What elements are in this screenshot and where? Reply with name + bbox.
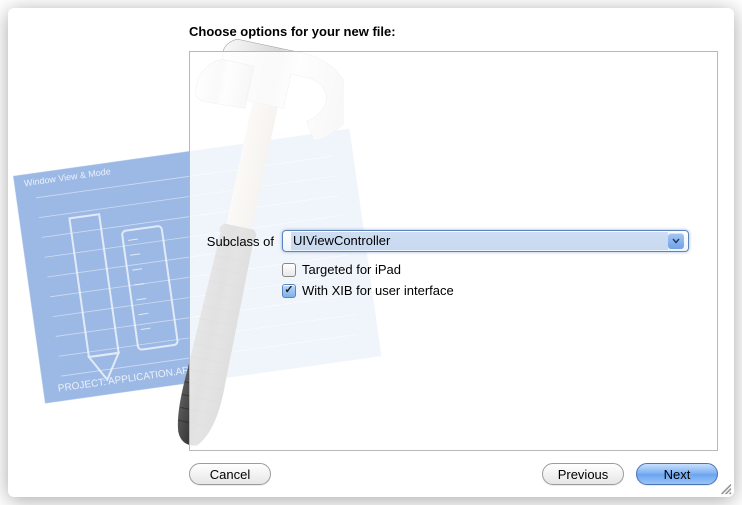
previous-button[interactable]: Previous [542,463,624,485]
with-xib-checkbox[interactable] [282,284,296,298]
targeted-ipad-row[interactable]: Targeted for iPad [282,262,689,277]
targeted-ipad-label: Targeted for iPad [302,262,401,277]
options-panel: Subclass of UIViewController Targeted fo… [189,51,718,451]
chevron-down-icon [668,233,684,249]
content-row: PROJECT: APPLICATION.APP Window View & M… [24,51,718,451]
sidebar-illustration: PROJECT: APPLICATION.APP Window View & M… [24,51,189,451]
with-xib-label: With XIB for user interface [302,283,454,298]
subclass-value: UIViewController [291,232,668,250]
form-area: Subclass of UIViewController Targeted fo… [190,230,689,304]
subclass-label: Subclass of [196,234,274,249]
resize-grip-icon[interactable] [718,481,732,495]
targeted-ipad-checkbox[interactable] [282,263,296,277]
next-button[interactable]: Next [636,463,718,485]
subclass-combobox[interactable]: UIViewController [282,230,689,252]
new-file-options-dialog: Choose options for your new file: [8,8,734,497]
with-xib-row[interactable]: With XIB for user interface [282,283,689,298]
subclass-row: Subclass of UIViewController [196,230,689,252]
button-bar: Cancel Previous Next [189,463,718,485]
cancel-button[interactable]: Cancel [189,463,271,485]
